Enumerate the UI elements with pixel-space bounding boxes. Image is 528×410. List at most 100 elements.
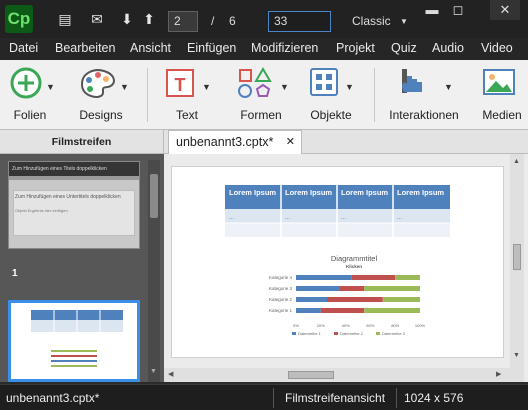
scroll-right-icon[interactable]: ▶ <box>496 370 501 378</box>
formen-button[interactable]: ▼ Formen <box>232 60 290 130</box>
slide1-title: Zum Hinzufügen eines Titels doppelklicke… <box>12 166 107 172</box>
chart-category-label: Kategorie 1 <box>269 308 293 313</box>
interaktionen-label: Interaktionen <box>389 108 459 122</box>
stage-vscroll-thumb[interactable] <box>513 244 521 270</box>
workspace-dropdown[interactable]: Classic <box>352 14 391 28</box>
chart-legend-label: Datenreihe 3 <box>382 331 406 336</box>
chart-legend-label: Datenreihe 2 <box>340 331 364 336</box>
designs-label: Designs <box>79 108 123 122</box>
slide2-preview <box>31 310 123 367</box>
close-tab-icon[interactable]: ✕ <box>286 135 295 148</box>
chart-legend-swatch <box>292 332 296 335</box>
slide1-subtitle: Zum Hinzufügen eines Untertitels doppelk… <box>15 194 121 200</box>
chart-tick-label: 60% <box>366 323 374 328</box>
ribbon-divider <box>147 68 148 122</box>
scroll-down-icon[interactable]: ▼ <box>150 368 158 378</box>
menu-ansicht[interactable]: Ansicht <box>130 41 171 55</box>
status-filename: unbenannt3.cptx* <box>6 391 100 405</box>
chart-tick-label: 100% <box>415 323 426 328</box>
menu-video[interactable]: Video <box>481 41 513 55</box>
chart-bar <box>382 297 420 302</box>
title-bar: Cp ▤ ✉ ⬇ ⬆ 2 / 6 33 Classic ▼ ▬ ◻ ✕ <box>0 0 528 38</box>
filmstrip-scrollbar[interactable]: ▼ <box>148 160 160 382</box>
chart-category-label: Kategorie 4 <box>269 275 293 280</box>
formen-label: Formen <box>240 108 282 122</box>
medien-button[interactable]: Medien <box>476 60 528 130</box>
ribbon: ▼ Folien ▼ Designs T ▼ Text ▼ Formen ▼ O… <box>0 60 528 130</box>
app-logo: Cp <box>5 5 33 33</box>
slide-chart[interactable]: Diagrammtitel Klicken Kategorie 4 Kategor… <box>269 254 426 336</box>
chevron-down-icon: ▼ <box>120 82 129 92</box>
filmstrip-panel: Zum Hinzufügen eines Titels doppelklicke… <box>0 154 164 382</box>
filmstrip-header: Filmstreifen <box>0 130 164 154</box>
menu-quiz[interactable]: Quiz <box>391 41 417 55</box>
status-bar: unbenannt3.cptx* Filmstreifenansicht 102… <box>0 384 528 410</box>
stage-horizontal-scrollbar[interactable]: ◀ ▶ <box>164 368 510 382</box>
page-total: 6 <box>229 14 236 28</box>
table-cell: ... <box>285 215 290 221</box>
objekte-label: Objekte <box>310 108 352 122</box>
menu-bearbeiten[interactable]: Bearbeiten <box>55 41 115 55</box>
chart-bar <box>339 286 365 291</box>
stage-vertical-scrollbar[interactable]: ▲ ▼ <box>510 154 524 382</box>
document-tab[interactable]: unbenannt3.cptx* ✕ <box>168 130 302 154</box>
chart-bar <box>296 297 327 302</box>
media-image-icon <box>476 66 528 100</box>
chart-subtitle: Klicken <box>346 264 362 269</box>
designs-button[interactable]: ▼ Designs <box>70 60 132 130</box>
slide-canvas[interactable]: Lorem Ipsum Lorem Ipsum Lorem Ipsum Lore… <box>171 166 504 358</box>
chevron-down-icon: ▼ <box>280 82 289 92</box>
slide1-body: Objekt Ergebnis hier einfügen <box>15 208 68 213</box>
arrow-down-icon[interactable]: ⬇ <box>118 11 136 27</box>
chevron-down-icon: ▼ <box>202 82 211 92</box>
menu-modifizieren[interactable]: Modifizieren <box>251 41 318 55</box>
chevron-down-icon[interactable]: ▼ <box>400 17 408 26</box>
slide-table[interactable]: Lorem Ipsum Lorem Ipsum Lorem Ipsum Lore… <box>225 185 450 237</box>
maximize-icon[interactable]: ◻ <box>448 0 468 20</box>
scroll-up-icon[interactable]: ▲ <box>513 158 520 165</box>
objekte-button[interactable]: ▼ Objekte <box>303 60 359 130</box>
chart-bar <box>364 308 420 313</box>
slide-thumbnail-1[interactable]: Zum Hinzufügen eines Titels doppelklicke… <box>8 161 140 249</box>
zoom-input[interactable]: 33 <box>268 11 331 32</box>
filmstrip-scroll-thumb[interactable] <box>150 174 158 218</box>
folien-label: Folien <box>13 108 47 122</box>
mail-icon[interactable]: ✉ <box>88 11 106 27</box>
chart-title: Diagrammtitel <box>331 254 378 263</box>
slide-thumbnail-2[interactable] <box>8 300 140 382</box>
menu-bar: Datei Bearbeiten Ansicht Einfügen Modifi… <box>0 38 528 60</box>
status-resolution: 1024 x 576 <box>404 391 464 405</box>
table-header-4: Lorem Ipsum <box>397 188 444 197</box>
chart-legend-swatch <box>376 332 380 335</box>
interaktionen-button[interactable]: ▼ Interaktionen <box>386 60 462 130</box>
folien-button[interactable]: ▼ Folien <box>2 60 58 130</box>
svg-text:T: T <box>175 75 186 95</box>
chart-category-label: Kategorie 2 <box>269 297 293 302</box>
chart-tick-label: 40% <box>342 323 350 328</box>
menu-datei[interactable]: Datei <box>9 41 38 55</box>
menu-audio[interactable]: Audio <box>432 41 464 55</box>
menu-projekt[interactable]: Projekt <box>336 41 375 55</box>
chevron-down-icon: ▼ <box>345 82 354 92</box>
minimize-icon[interactable]: ▬ <box>422 0 442 20</box>
chart-tick-label: 80% <box>391 323 399 328</box>
comment-icon[interactable]: ▤ <box>56 11 74 27</box>
page-number-input[interactable]: 2 <box>168 11 198 32</box>
chart-bar <box>351 275 396 280</box>
table-header-3: Lorem Ipsum <box>341 188 388 197</box>
text-button[interactable]: T ▼ Text <box>160 60 214 130</box>
chart-bar <box>327 297 383 302</box>
arrow-up-icon[interactable]: ⬆ <box>140 11 158 27</box>
slide-content: Lorem Ipsum Lorem Ipsum Lorem Ipsum Lore… <box>225 185 450 336</box>
menu-einfuegen[interactable]: Einfügen <box>187 41 236 55</box>
slide-number-1: 1 <box>12 268 18 279</box>
document-tab-label: unbenannt3.cptx* <box>176 135 274 149</box>
scroll-left-icon[interactable]: ◀ <box>168 370 173 378</box>
status-view: Filmstreifenansicht <box>285 391 386 405</box>
chart-legend-label: Datenreihe 1 <box>298 331 322 336</box>
chevron-down-icon: ▼ <box>46 82 55 92</box>
scroll-down-icon[interactable]: ▼ <box>513 352 520 359</box>
chart-category-label: Kategorie 3 <box>269 286 293 291</box>
close-icon[interactable]: ✕ <box>490 0 520 20</box>
stage-hscroll-thumb[interactable] <box>288 371 334 379</box>
